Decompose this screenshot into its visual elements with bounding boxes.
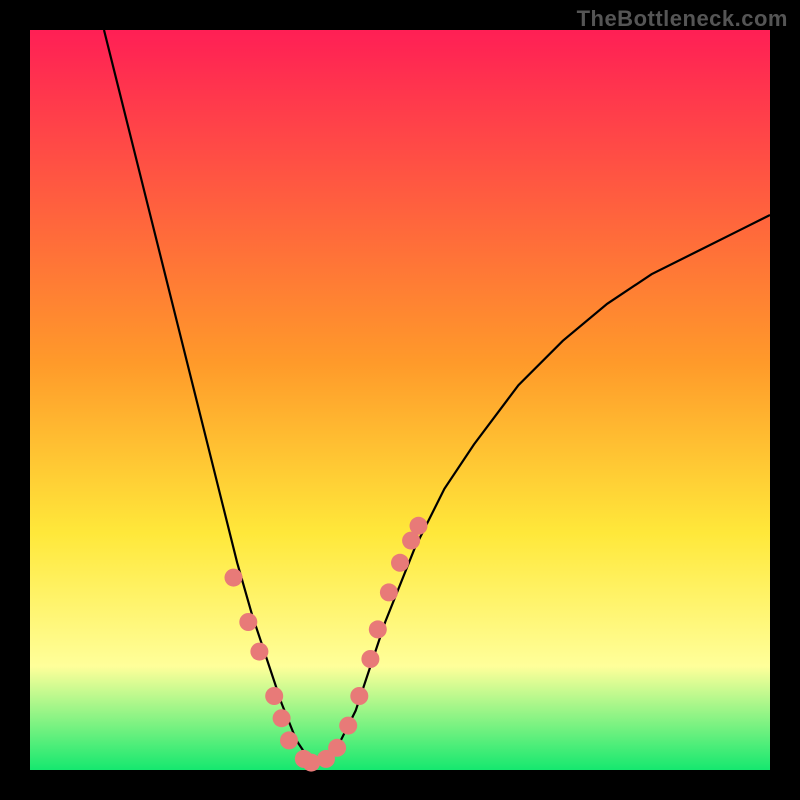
highlight-dot [410, 517, 428, 535]
highlight-dot [328, 739, 346, 757]
highlight-dot [361, 650, 379, 668]
highlight-dot [225, 569, 243, 587]
highlight-dot [339, 717, 357, 735]
watermark-label: TheBottleneck.com [577, 6, 788, 32]
highlight-dot [273, 709, 291, 727]
highlight-dot [350, 687, 368, 705]
chart-container: TheBottleneck.com [0, 0, 800, 800]
chart-svg [0, 0, 800, 800]
highlight-dot [280, 731, 298, 749]
highlight-dot [391, 554, 409, 572]
highlight-dot [250, 643, 268, 661]
plot-area [30, 30, 770, 770]
highlight-dot [380, 583, 398, 601]
highlight-dot [369, 620, 387, 638]
highlight-dot [265, 687, 283, 705]
highlight-dot [239, 613, 257, 631]
